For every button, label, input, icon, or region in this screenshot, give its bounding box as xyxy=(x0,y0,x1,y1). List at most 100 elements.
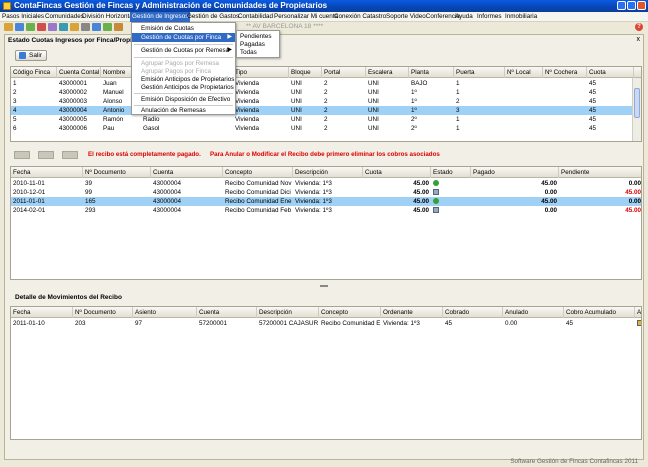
table-row[interactable]: 2014-02-01 293 43000004 Recibo Comunidad Fe… xyxy=(11,206,641,215)
calendar-icon[interactable] xyxy=(48,23,57,31)
recibos-col-header[interactable]: Pendiente xyxy=(559,167,641,178)
chart-icon[interactable] xyxy=(59,23,68,31)
detalle-col-header[interactable]: Ordenante xyxy=(381,307,443,318)
menu-separator xyxy=(134,93,233,94)
book-icon[interactable] xyxy=(70,23,79,31)
splitter-handle[interactable] xyxy=(320,285,328,287)
menu-comunidades[interactable]: Comunidades xyxy=(45,13,84,21)
recibos-col-header[interactable]: Pagado xyxy=(471,167,559,178)
users-icon[interactable] xyxy=(15,23,24,31)
receipt-icon[interactable] xyxy=(37,23,46,31)
table-row[interactable]: 4 43000004 Antonio Vivienda UNI 2 UNI 1º 3 45 xyxy=(11,106,632,115)
submenu-todas[interactable]: Todas xyxy=(237,48,279,57)
menu-personalizar[interactable]: Personalizar Mi cuenta xyxy=(274,13,338,21)
recibos-col-header[interactable]: Estado xyxy=(431,167,471,178)
detalle-col-header[interactable]: Nº Documento xyxy=(73,307,133,318)
warning-message: Para Anular o Modificar el Recibo debe p… xyxy=(210,151,440,158)
menu-ayuda[interactable]: Ayuda xyxy=(455,13,473,21)
menu-informes[interactable]: Informes xyxy=(477,13,502,21)
mail-icon[interactable] xyxy=(92,23,101,31)
detalle-col-header[interactable]: Fecha xyxy=(11,307,73,318)
table-cell: 2 xyxy=(13,89,17,96)
recibos-col-header[interactable]: Cuenta xyxy=(151,167,223,178)
folder-icon[interactable] xyxy=(4,23,13,31)
table-row[interactable]: 6 43000006 Pau Gasol Vivienda UNI 2 UNI 2º 1 45 xyxy=(11,124,632,133)
detalle-table: Fecha Nº Documento Asiento Cuenta Descripció… xyxy=(10,306,642,440)
menu-soporte-video[interactable]: Soporte VideoConferencia xyxy=(386,13,460,21)
menu-gestion-ingresos[interactable]: Gestión de Ingresos xyxy=(130,12,191,22)
menu-conexion-catastro[interactable]: Conexión Catastro xyxy=(334,13,386,21)
table-row[interactable]: 2010-12-01 99 43000004 Recibo Comunidad Dic… xyxy=(11,188,641,197)
close-window-button[interactable] xyxy=(637,1,646,10)
menu-separator xyxy=(134,44,233,45)
tools-icon[interactable] xyxy=(114,23,123,31)
detalle-col-header[interactable]: Asiento xyxy=(133,307,197,318)
table-row[interactable]: 2010-11-01 39 43000004 Recibo Comunidad Nov… xyxy=(11,179,641,188)
fincas-col-header[interactable]: Nº Local xyxy=(505,67,543,78)
fincas-col-header[interactable]: Cuenta Contal xyxy=(57,67,101,78)
pending-doc-icon[interactable] xyxy=(433,189,439,196)
table-cell: 45.00 xyxy=(413,198,429,205)
detalle-col-header[interactable]: Concepto xyxy=(319,307,381,318)
fincas-col-header[interactable]: Código Finca xyxy=(11,67,57,78)
recibos-col-header[interactable]: Nº Documento xyxy=(83,167,151,178)
table-row[interactable]: 3 43000003 Alonso Vivienda UNI 2 UNI 1º 2 45 xyxy=(11,97,632,106)
footer-text: Software Gestión de Fincas Contafincas 2… xyxy=(510,458,638,465)
fincas-col-header[interactable]: Portal xyxy=(322,67,366,78)
menu-item-disposicion-efectivo[interactable]: Emisión Disposición de Efectivo xyxy=(132,95,235,104)
recibos-col-header[interactable]: Concepto xyxy=(223,167,293,178)
detalle-col-header[interactable]: Cobro Acumulado xyxy=(564,307,635,318)
delete-recibo-button[interactable] xyxy=(62,151,78,159)
fincas-col-header[interactable]: Escalera xyxy=(366,67,409,78)
menu-gestion-gastos[interactable]: Gestión de Gastos xyxy=(187,13,239,21)
detalle-col-header[interactable]: Cuenta xyxy=(197,307,257,318)
table-row[interactable]: 1 43000001 Juan Vivienda UNI 2 UNI BAJO 1 45 xyxy=(11,79,632,88)
menu-division-horizontal[interactable]: División Horizontal xyxy=(82,13,134,21)
table-cell: 43000004 xyxy=(153,180,182,187)
recibos-col-header[interactable]: Fecha xyxy=(11,167,83,178)
fincas-col-header[interactable]: Cuota xyxy=(587,67,634,78)
bank-icon[interactable] xyxy=(103,23,112,31)
fincas-col-header[interactable]: Bloque xyxy=(289,67,322,78)
new-recibo-button[interactable] xyxy=(14,151,30,159)
detalle-col-header[interactable]: An xyxy=(635,307,641,318)
menu-pasos-iniciales[interactable]: Pasos Iniciales xyxy=(2,13,44,21)
fincas-col-header[interactable]: Nº Cochera xyxy=(543,67,587,78)
help-icon[interactable]: ? xyxy=(635,23,643,31)
print-icon[interactable] xyxy=(81,23,90,31)
close-panel-icon[interactable]: x xyxy=(637,36,641,43)
paid-check-icon[interactable] xyxy=(433,180,439,187)
table-cell: Vivienda xyxy=(235,98,260,105)
detalle-col-header[interactable]: Cobrado xyxy=(443,307,503,318)
menu-item-cuotas-finca[interactable]: Gestión de Cuotas por Finca ▶ xyxy=(132,33,235,42)
table-row[interactable]: 5 43000005 Ramón Radio Vivienda UNI 2 UNI 2º 1 45 xyxy=(11,115,632,124)
menu-inmobiliaria[interactable]: Inmobiliaria xyxy=(505,13,537,21)
table-row[interactable]: 2 43000002 Manuel Vivienda UNI 2 UNI 1º 1 45 xyxy=(11,88,632,97)
detalle-col-header[interactable]: Anulado xyxy=(503,307,564,318)
table-cell: 2 xyxy=(324,116,328,123)
recibos-col-header[interactable]: Descripción xyxy=(293,167,363,178)
maximize-button[interactable] xyxy=(627,1,636,10)
fincas-col-header[interactable]: Planta xyxy=(409,67,454,78)
menu-item-cuotas-remesa[interactable]: Gestión de Cuotas por Remesa ▶ xyxy=(132,46,235,55)
table-row[interactable]: 2011-01-10 203 97 57200001 57200001 CAJASUR R… xyxy=(11,319,641,328)
scroll-thumb[interactable] xyxy=(634,88,640,118)
menu-item-emision-cuotas[interactable]: Emisión de Cuotas xyxy=(132,24,235,33)
minimize-button[interactable] xyxy=(617,1,626,10)
menu-item-anulacion-remesas[interactable]: Anulación de Remesas xyxy=(132,106,235,115)
fincas-col-header[interactable]: Puerta xyxy=(454,67,505,78)
pending-doc-icon[interactable] xyxy=(433,207,439,214)
annul-icon[interactable] xyxy=(637,320,641,326)
fincas-col-header[interactable]: Tipo xyxy=(233,67,289,78)
table-cell: 2 xyxy=(324,98,328,105)
paid-check-icon[interactable] xyxy=(433,198,439,205)
building-icon[interactable] xyxy=(26,23,35,31)
edit-recibo-button[interactable] xyxy=(38,151,54,159)
menu-item-gestion-anticipos[interactable]: Gestión Anticipos de Propietarios xyxy=(132,83,235,92)
detalle-col-header[interactable]: Descripción xyxy=(257,307,319,318)
salir-button[interactable]: Salir xyxy=(15,50,47,61)
table-cell: BAJO xyxy=(411,80,428,87)
menu-contabilidad[interactable]: Contabilidad xyxy=(238,13,273,21)
recibos-col-header[interactable]: Cuota xyxy=(363,167,431,178)
table-row[interactable]: 2011-01-01 165 43000004 Recibo Comunidad En… xyxy=(11,197,641,206)
